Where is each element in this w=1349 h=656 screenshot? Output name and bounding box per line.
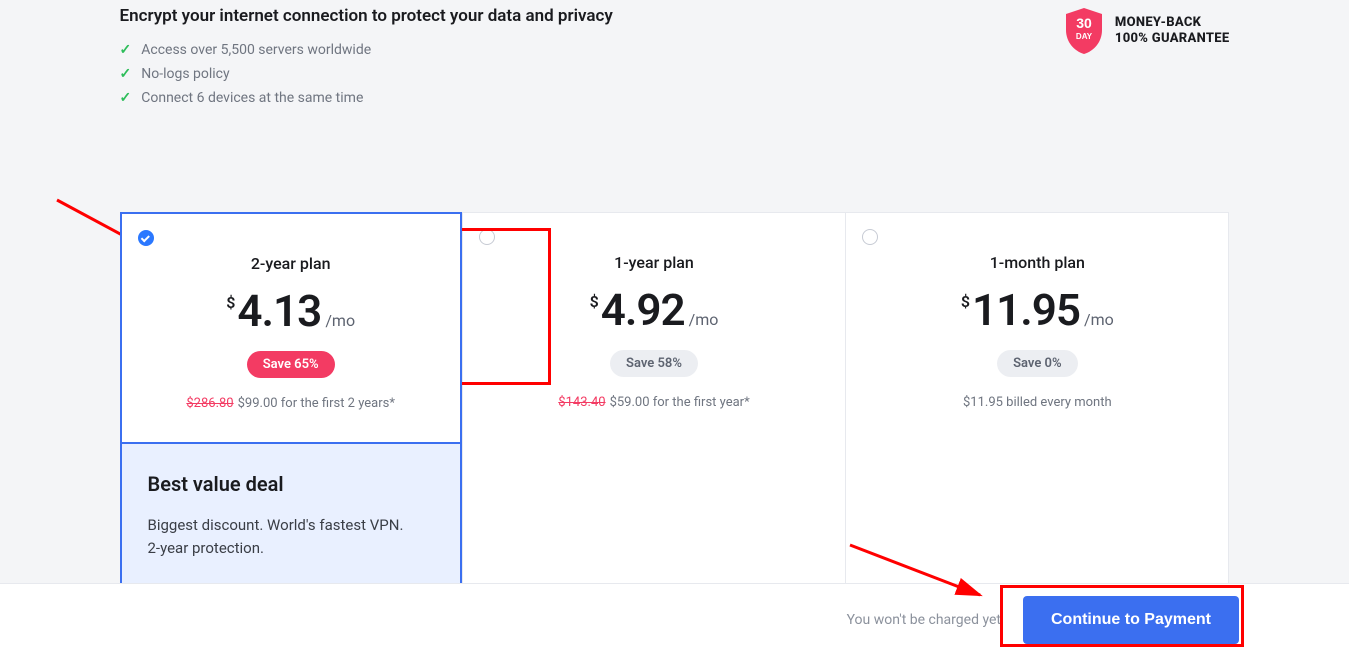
currency: $ bbox=[226, 293, 235, 312]
per-month: /mo bbox=[689, 310, 719, 329]
feature-item: ✓ Connect 6 devices at the same time bbox=[120, 90, 1063, 106]
continue-to-payment-button[interactable]: Continue to Payment bbox=[1023, 596, 1239, 644]
footer-bar: You won't be charged yet Continue to Pay… bbox=[0, 583, 1349, 656]
currency: $ bbox=[961, 292, 970, 311]
currency: $ bbox=[590, 292, 599, 311]
fineprint: $99.00 for the first 2 years* bbox=[238, 396, 395, 411]
feature-text: No-logs policy bbox=[141, 66, 229, 82]
best-value-panel: Best value deal Biggest discount. World'… bbox=[120, 444, 462, 591]
strike-price: $143.40 bbox=[558, 395, 605, 410]
plan-name: 1-year plan bbox=[483, 253, 825, 272]
check-icon: ✓ bbox=[120, 90, 132, 106]
price: 11.95 bbox=[972, 284, 1080, 336]
guarantee-line2: 100% GUARANTEE bbox=[1115, 31, 1230, 47]
feature-item: ✓ No-logs policy bbox=[120, 66, 1063, 82]
price: 4.13 bbox=[237, 285, 321, 337]
charge-note: You won't be charged yet bbox=[847, 612, 1001, 628]
feature-list: ✓ Access over 5,500 servers worldwide ✓ … bbox=[120, 42, 1063, 106]
shield-number: 30 bbox=[1076, 15, 1092, 31]
save-badge: Save 0% bbox=[997, 350, 1078, 377]
feature-text: Connect 6 devices at the same time bbox=[141, 90, 363, 106]
per-month: /mo bbox=[1084, 310, 1114, 329]
radio-selected-icon[interactable] bbox=[138, 230, 154, 246]
plan-card-1year[interactable]: 1-year plan $ 4.92 /mo Save 58% $143.40 $… bbox=[462, 212, 846, 591]
radio-icon[interactable] bbox=[479, 229, 495, 245]
plan-card-2year[interactable]: 2-year plan $ 4.13 /mo Save 65% $286.80 $… bbox=[120, 212, 462, 444]
check-icon: ✓ bbox=[120, 66, 132, 82]
price: 4.92 bbox=[601, 284, 685, 336]
feature-item: ✓ Access over 5,500 servers worldwide bbox=[120, 42, 1063, 58]
plans-row: 2-year plan $ 4.13 /mo Save 65% $286.80 $… bbox=[120, 212, 1230, 591]
page-subtitle: Encrypt your internet connection to prot… bbox=[120, 6, 1063, 26]
strike-price: $286.80 bbox=[186, 396, 233, 411]
plan-card-1month[interactable]: 1-month plan $ 11.95 /mo Save 0% $11.95 … bbox=[846, 212, 1229, 591]
save-badge: Save 65% bbox=[247, 351, 335, 378]
fineprint: $11.95 billed every month bbox=[963, 395, 1112, 410]
feature-text: Access over 5,500 servers worldwide bbox=[141, 42, 371, 58]
save-badge: Save 58% bbox=[610, 350, 698, 377]
plan-name: 1-month plan bbox=[866, 253, 1208, 272]
shield-day: DAY bbox=[1076, 32, 1093, 41]
plan-name: 2-year plan bbox=[142, 254, 440, 273]
shield-icon: 30 DAY bbox=[1063, 6, 1105, 56]
per-month: /mo bbox=[325, 311, 355, 330]
guarantee-badge: 30 DAY MONEY-BACK 100% GUARANTEE bbox=[1063, 6, 1230, 56]
check-icon: ✓ bbox=[120, 42, 132, 58]
guarantee-line1: MONEY-BACK bbox=[1115, 15, 1230, 31]
best-value-title: Best value deal bbox=[148, 472, 434, 496]
radio-icon[interactable] bbox=[862, 229, 878, 245]
best-value-desc: Biggest discount. World's fastest VPN. 2… bbox=[148, 514, 408, 559]
fineprint: $59.00 for the first year* bbox=[610, 395, 750, 410]
